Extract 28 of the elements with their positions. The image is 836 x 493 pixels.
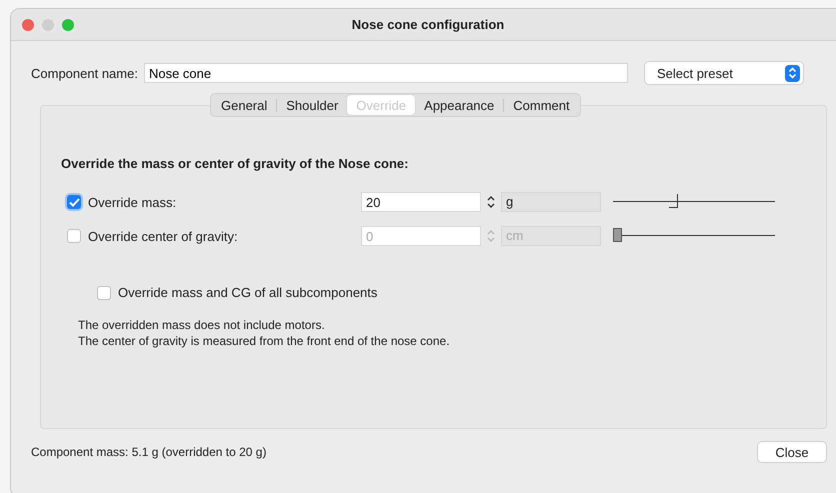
tab[interactable]: Shoulder	[277, 95, 348, 115]
checkbox-label: Override mass:	[88, 194, 178, 210]
slider-thumb[interactable]	[668, 194, 678, 208]
component-mass-text: Component mass: 5.1 g (overridden to 20 g)	[31, 445, 266, 459]
window-title: Nose cone configuration	[352, 17, 504, 32]
slider[interactable]	[613, 193, 775, 211]
note-text: The overridden mass does not include motors.	[78, 317, 326, 333]
checkbox-label: Override center of gravity:	[88, 228, 239, 244]
zoom-window-icon[interactable]	[62, 18, 74, 30]
slider[interactable]	[613, 227, 775, 245]
number-field[interactable]: 20	[361, 192, 481, 212]
tab[interactable]: Appearance	[415, 95, 504, 115]
preset-dropdown[interactable]: Select preset	[644, 61, 804, 85]
close-window-icon[interactable]	[22, 18, 34, 30]
checkbox[interactable]	[97, 286, 111, 300]
checkbox[interactable]	[67, 195, 81, 209]
tab[interactable]: Comment	[504, 95, 579, 115]
close-button[interactable]: Close	[757, 441, 827, 463]
checkbox-label: Override mass and CG of all subcomponents	[118, 285, 378, 300]
dropdown-arrows-icon	[784, 64, 800, 82]
unit-field[interactable]: g	[501, 192, 601, 212]
section-heading: Override the mass or center of gravity of the Nose cone:	[61, 156, 410, 171]
slider-thumb[interactable]	[613, 228, 622, 242]
component-name-field[interactable]: Nose cone	[144, 63, 628, 83]
checkbox[interactable]	[67, 229, 81, 243]
component-name-label: Component name:	[31, 66, 138, 80]
note-text: The center of gravity is measured from the front end of the nose cone.	[78, 333, 451, 349]
tab[interactable]: General	[212, 95, 276, 115]
